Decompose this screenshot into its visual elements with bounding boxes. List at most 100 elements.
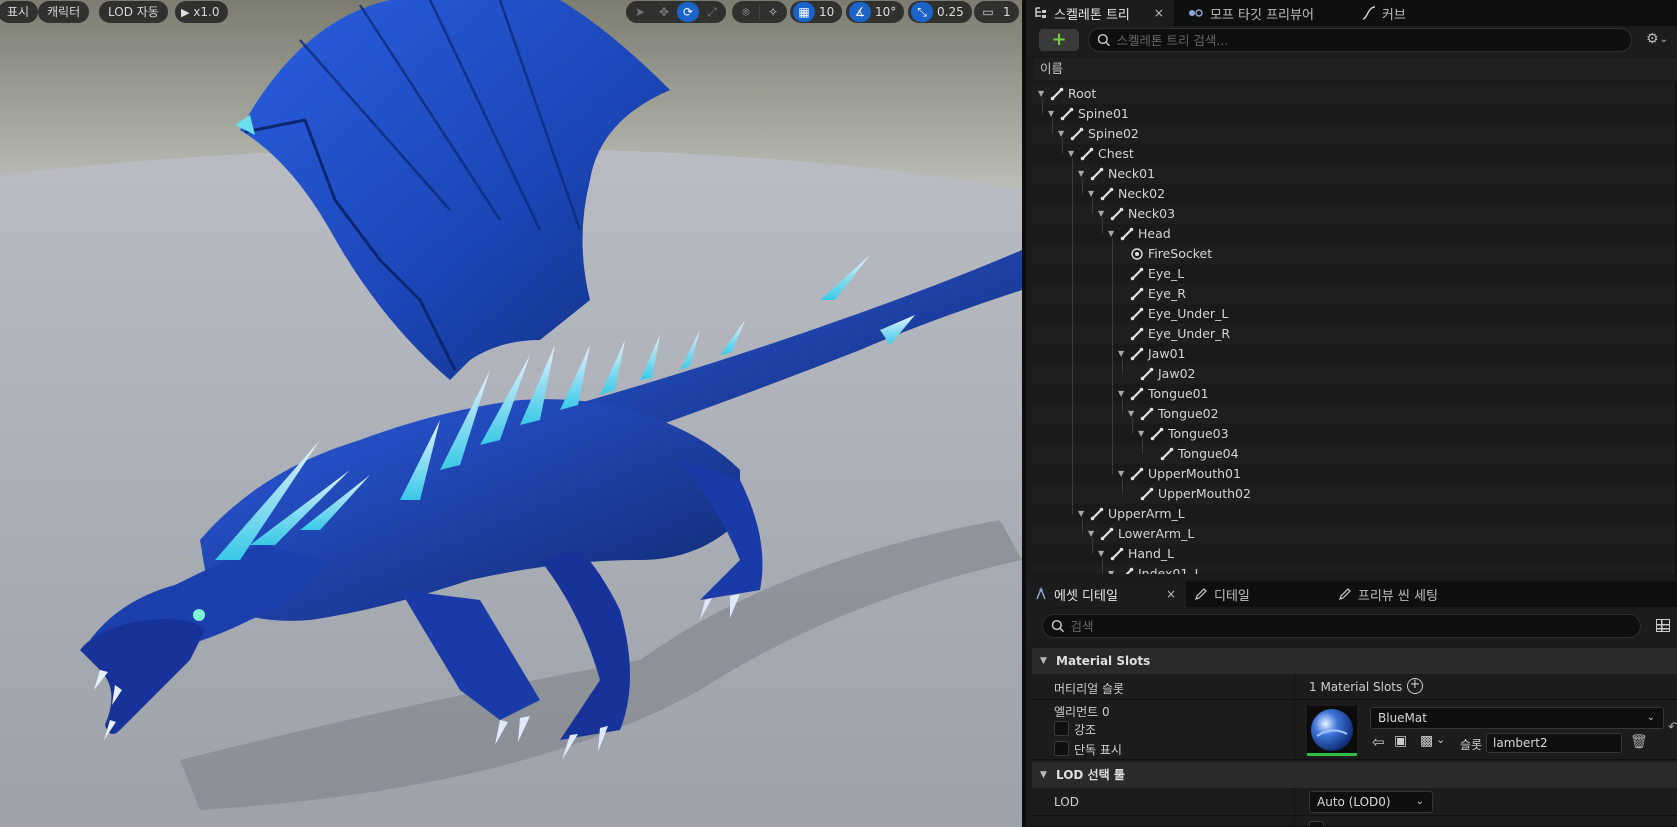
- expand-arrow-icon[interactable]: ▼: [1118, 464, 1128, 484]
- table-view-icon[interactable]: [1656, 619, 1670, 632]
- tree-row[interactable]: ▼ UpperArm_L: [1032, 504, 1677, 524]
- tree-row[interactable]: ▼ Neck03: [1032, 204, 1677, 224]
- browse-asset-icon[interactable]: ▣: [1394, 733, 1407, 749]
- tab-curves[interactable]: 커브: [1324, 0, 1416, 26]
- expand-arrow-icon[interactable]: ▼: [1038, 84, 1048, 104]
- tree-row[interactable]: ▼ Jaw01: [1032, 344, 1677, 364]
- tree-row[interactable]: ▼ Spine01: [1032, 104, 1677, 124]
- rotation-snap-group[interactable]: ∡ 10°: [846, 1, 905, 23]
- tree-row[interactable]: ▼ Chest: [1032, 144, 1677, 164]
- viewport[interactable]: 표시 캐릭터 LOD 자동 ▶ x1.0 ➤ ✥ ⟳ ⤢ ⌾ ✧ ▦ 10 ∡ …: [0, 0, 1022, 827]
- tree-row[interactable]: ▼ Hand_L: [1032, 544, 1677, 564]
- tree-row[interactable]: Eye_Under_L: [1032, 304, 1677, 324]
- expand-arrow-icon[interactable]: ▼: [1078, 164, 1088, 184]
- scale-snap-group[interactable]: ⤡ 0.25: [908, 1, 972, 23]
- expand-arrow-icon[interactable]: ▼: [1048, 104, 1058, 124]
- tree-row[interactable]: ▼ LowerArm_L: [1032, 524, 1677, 544]
- tree-row[interactable]: Eye_Under_R: [1032, 324, 1677, 344]
- expand-arrow-icon[interactable]: ▼: [1138, 424, 1148, 444]
- skeleton-search-input[interactable]: [1116, 32, 1631, 48]
- close-icon[interactable]: ×: [1166, 587, 1176, 601]
- bone-icon: [1140, 367, 1154, 381]
- highlight-checkbox[interactable]: [1054, 721, 1069, 736]
- isolate-checkbox[interactable]: [1054, 741, 1069, 756]
- expand-arrow-icon[interactable]: ▼: [1068, 144, 1078, 164]
- rotate-tool-icon[interactable]: ⟳: [677, 2, 699, 22]
- tree-row[interactable]: ▼ Tongue03: [1032, 424, 1677, 444]
- scale-tool-icon[interactable]: ⤢: [701, 2, 723, 22]
- tree-row[interactable]: ▼ Head: [1032, 224, 1677, 244]
- rotation-snap-value[interactable]: 10°: [873, 5, 901, 19]
- tree-row[interactable]: ▼ Index01_L: [1032, 564, 1677, 574]
- rotation-snap-icon[interactable]: ∡: [849, 2, 871, 22]
- select-tool-icon[interactable]: ➤: [629, 2, 651, 22]
- character-menu-button[interactable]: 캐릭터: [38, 1, 90, 23]
- skeleton-settings-button[interactable]: ⚙ ⌄: [1646, 31, 1668, 47]
- details-search-input[interactable]: [1070, 618, 1640, 634]
- add-element-icon[interactable]: +: [1407, 678, 1423, 694]
- scale-snap-icon[interactable]: ⤡: [911, 2, 933, 22]
- details-toolbar: [1026, 609, 1677, 643]
- reset-icon[interactable]: ↶: [1668, 720, 1677, 735]
- camera-icon[interactable]: ▭: [977, 2, 999, 22]
- tree-row[interactable]: ▼ Tongue01: [1032, 384, 1677, 404]
- tab-preview-scene-settings[interactable]: 프리뷰 씬 세팅: [1260, 581, 1448, 607]
- move-tool-icon[interactable]: ✥: [653, 2, 675, 22]
- tree-row[interactable]: Eye_L: [1032, 264, 1677, 284]
- grid-snap-group[interactable]: ▦ 10: [790, 1, 843, 23]
- tab-morph-target-previewer[interactable]: 모프 타깃 프리뷰어: [1174, 0, 1324, 26]
- expand-arrow-icon[interactable]: ▼: [1088, 184, 1098, 204]
- material-dropdown[interactable]: BlueMat ⌄: [1370, 707, 1664, 729]
- close-icon[interactable]: ×: [1154, 6, 1164, 20]
- property-checkbox[interactable]: [1309, 821, 1324, 826]
- tab-asset-details[interactable]: 에셋 디테일 ×: [1026, 581, 1186, 607]
- grid-snap-icon[interactable]: ▦: [793, 2, 815, 22]
- tree-row[interactable]: UpperMouth02: [1032, 484, 1677, 504]
- tree-row[interactable]: Jaw02: [1032, 364, 1677, 384]
- tree-row[interactable]: ▼ Neck01: [1032, 164, 1677, 184]
- tree-row[interactable]: FireSocket: [1032, 244, 1677, 264]
- expand-arrow-icon[interactable]: ▼: [1078, 504, 1088, 524]
- tree-row[interactable]: ▼ Root: [1032, 84, 1677, 104]
- tree-row[interactable]: ▼ UpperMouth01: [1032, 464, 1677, 484]
- tab-skeleton-tree[interactable]: 스켈레톤 트리 ×: [1026, 0, 1174, 26]
- expand-arrow-icon[interactable]: ▼: [1108, 564, 1118, 574]
- slot-name-field[interactable]: lambert2: [1486, 733, 1622, 753]
- tree-row[interactable]: Eye_R: [1032, 284, 1677, 304]
- expand-arrow-icon[interactable]: ▼: [1098, 544, 1108, 564]
- playback-speed-button[interactable]: ▶ x1.0: [175, 1, 229, 23]
- tree-icon: [1035, 7, 1046, 18]
- tree-guide-line: [1122, 398, 1123, 414]
- tree-row[interactable]: ▼ Spine02: [1032, 124, 1677, 144]
- show-menu-button[interactable]: 표시: [0, 1, 39, 23]
- tree-row[interactable]: Tongue04: [1032, 444, 1677, 464]
- chevron-down-icon[interactable]: ⌄: [1436, 733, 1445, 746]
- expand-arrow-icon[interactable]: ▼: [1118, 344, 1128, 364]
- camera-speed-group[interactable]: ▭ 1: [974, 1, 1019, 23]
- local-space-icon[interactable]: ⌾: [735, 2, 757, 22]
- expand-arrow-icon[interactable]: ▼: [1128, 404, 1138, 424]
- use-selected-asset-icon[interactable]: ⇦: [1372, 733, 1385, 751]
- texture-icon[interactable]: ▩: [1420, 733, 1433, 749]
- lod-dropdown[interactable]: Auto (LOD0) ⌄: [1309, 791, 1433, 813]
- name-column-header[interactable]: 이름: [1034, 58, 1677, 80]
- scale-snap-value[interactable]: 0.25: [935, 5, 969, 19]
- tree-row[interactable]: ▼ Neck02: [1032, 184, 1677, 204]
- grid-snap-value[interactable]: 10: [817, 5, 839, 19]
- expand-arrow-icon[interactable]: ▼: [1058, 124, 1068, 144]
- trash-icon[interactable]: 🗑: [1630, 734, 1648, 750]
- tree-guide-line: [1122, 358, 1123, 374]
- material-slots-section[interactable]: ▼ Material Slots: [1032, 648, 1677, 674]
- surface-snap-icon[interactable]: ✧: [762, 2, 784, 22]
- expand-arrow-icon[interactable]: ▼: [1118, 384, 1128, 404]
- tree-row[interactable]: ▼ Tongue02: [1032, 404, 1677, 424]
- expand-arrow-icon[interactable]: ▼: [1108, 224, 1118, 244]
- lod-menu-button[interactable]: LOD 자동: [99, 1, 168, 23]
- tab-details[interactable]: 디테일: [1186, 581, 1260, 607]
- add-socket-button[interactable]: +: [1039, 29, 1079, 51]
- material-thumbnail[interactable]: [1307, 706, 1357, 756]
- lod-picker-section[interactable]: ▼ LOD 선택 툴: [1032, 762, 1677, 788]
- expand-arrow-icon[interactable]: ▼: [1088, 524, 1098, 544]
- camera-speed-value[interactable]: 1: [1001, 5, 1016, 19]
- expand-arrow-icon[interactable]: ▼: [1098, 204, 1108, 224]
